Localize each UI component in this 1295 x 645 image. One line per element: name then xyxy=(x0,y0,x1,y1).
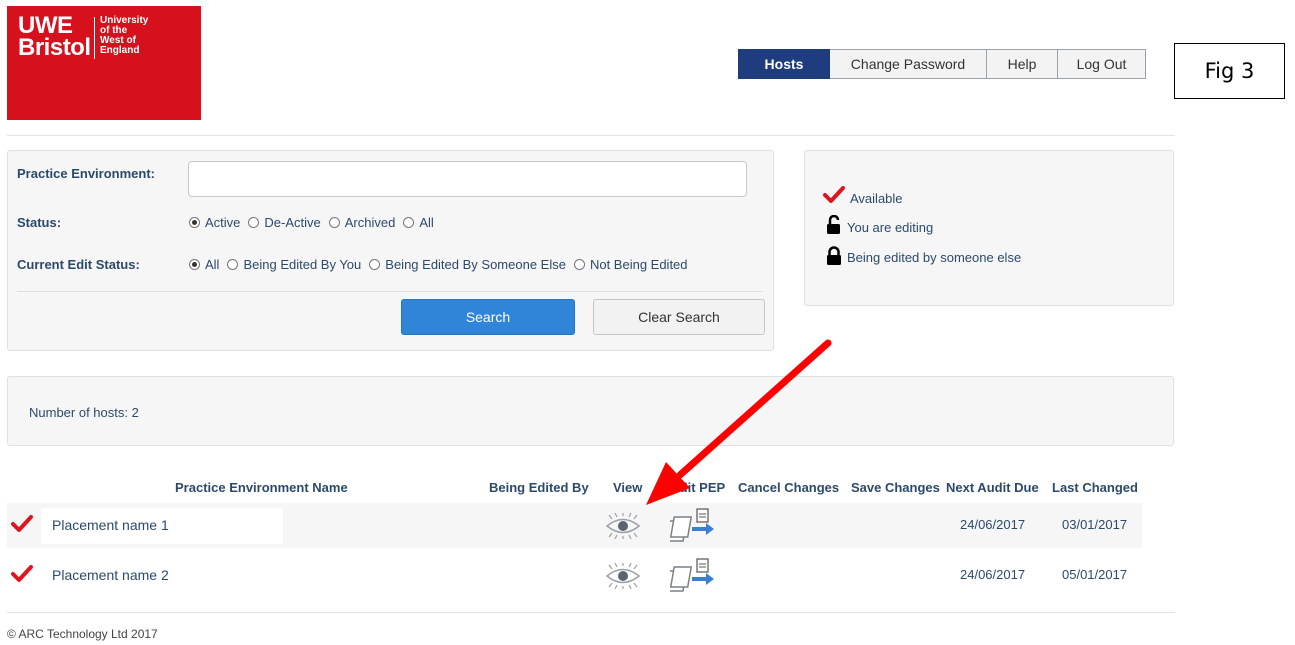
col-header-save-changes: Save Changes xyxy=(851,480,940,495)
radio-dot[interactable] xyxy=(328,217,340,228)
logo-wordmark: UWE Bristol xyxy=(18,14,91,61)
uwe-logo: UWE Bristol University of the West of En… xyxy=(7,6,201,120)
next-audit-date: 24/06/2017 xyxy=(960,567,1026,582)
edit-radio-all[interactable]: All xyxy=(189,257,219,272)
radio-dot[interactable] xyxy=(369,259,381,270)
col-header-view: View xyxy=(613,480,643,495)
col-header-last-changed: Last Changed xyxy=(1052,480,1138,495)
status-radio-archived[interactable]: Archived xyxy=(328,215,395,230)
red-check-icon xyxy=(11,565,33,582)
practice-env-label: Practice Environment: xyxy=(17,166,155,181)
status-radio-active[interactable]: Active xyxy=(189,215,240,230)
logo-line-bristol: Bristol xyxy=(18,34,91,61)
placement-name: Placement name 2 xyxy=(52,567,169,583)
last-changed-date: 03/01/2017 xyxy=(1062,517,1128,532)
practice-env-input[interactable] xyxy=(188,161,747,197)
view-eye-icon[interactable] xyxy=(604,563,642,589)
nav-hosts[interactable]: Hosts xyxy=(738,49,830,79)
edit-radio-by-someone-else[interactable]: Being Edited By Someone Else xyxy=(369,257,566,272)
col-header-cancel-changes: Cancel Changes xyxy=(738,480,840,495)
footer-divider xyxy=(7,612,1175,613)
status-radio-group: Active De-Active Archived All xyxy=(189,215,442,230)
col-header-edited-by: Being Edited By xyxy=(489,480,589,495)
table-row: Placement name 1 24/06/2017 03/01/2017 xyxy=(7,503,1142,548)
status-radio-de-active[interactable]: De-Active xyxy=(248,215,321,230)
status-radio-all[interactable]: All xyxy=(403,215,434,230)
placement-name: Placement name 1 xyxy=(52,517,169,533)
view-eye-icon[interactable] xyxy=(604,513,642,539)
legend-you-editing: You are editing xyxy=(826,214,933,235)
nav-log-out[interactable]: Log Out xyxy=(1058,49,1146,79)
unlocked-padlock-icon xyxy=(827,214,840,234)
edit-status-label: Current Edit Status: xyxy=(17,257,140,272)
col-header-edit-pep: Edit PEP xyxy=(671,480,726,495)
legend-someone-else: Being edited by someone else xyxy=(826,246,1021,266)
footer-copyright: © ARC Technology Ltd 2017 xyxy=(7,627,158,641)
radio-dot[interactable] xyxy=(189,217,200,228)
red-check-icon xyxy=(11,515,33,532)
nav-help[interactable]: Help xyxy=(987,49,1058,79)
locked-padlock-icon xyxy=(827,246,841,265)
logo-subtitle: University of the West of England xyxy=(100,16,148,56)
legend-available: Available xyxy=(823,183,903,206)
header-divider xyxy=(7,135,1175,136)
radio-dot[interactable] xyxy=(403,217,415,228)
hosts-count-text: Number of hosts: 2 xyxy=(29,405,139,420)
red-check-icon xyxy=(823,185,845,203)
figure-label: Fig 3 xyxy=(1174,43,1285,99)
top-nav: Hosts Change Password Help Log Out xyxy=(738,49,1146,79)
table-row: Placement name 2 24/06/2017 05/01/2017 xyxy=(7,553,1142,598)
search-panel-divider xyxy=(17,291,763,292)
logo-divider xyxy=(94,17,95,59)
col-header-name: Practice Environment Name xyxy=(175,480,348,495)
logo-sub-4: England xyxy=(100,45,140,56)
edit-radio-by-you[interactable]: Being Edited By You xyxy=(227,257,361,272)
search-button[interactable]: Search xyxy=(401,299,575,335)
nav-change-password[interactable]: Change Password xyxy=(830,49,987,79)
clear-search-button[interactable]: Clear Search xyxy=(593,299,765,335)
edit-radio-not-being-edited[interactable]: Not Being Edited xyxy=(573,257,688,272)
radio-dot[interactable] xyxy=(573,259,585,270)
radio-dot[interactable] xyxy=(248,217,260,228)
next-audit-date: 24/06/2017 xyxy=(960,517,1026,532)
radio-dot[interactable] xyxy=(227,259,239,270)
col-header-next-audit: Next Audit Due xyxy=(946,480,1039,495)
status-label: Status: xyxy=(17,215,62,230)
last-changed-date: 05/01/2017 xyxy=(1062,567,1128,582)
radio-dot[interactable] xyxy=(189,259,200,270)
edit-status-radio-group: All Being Edited By You Being Edited By … xyxy=(189,257,696,272)
edit-pep-icon[interactable] xyxy=(670,507,718,543)
edit-pep-icon[interactable] xyxy=(670,557,718,593)
hosts-count-panel xyxy=(7,376,1174,446)
